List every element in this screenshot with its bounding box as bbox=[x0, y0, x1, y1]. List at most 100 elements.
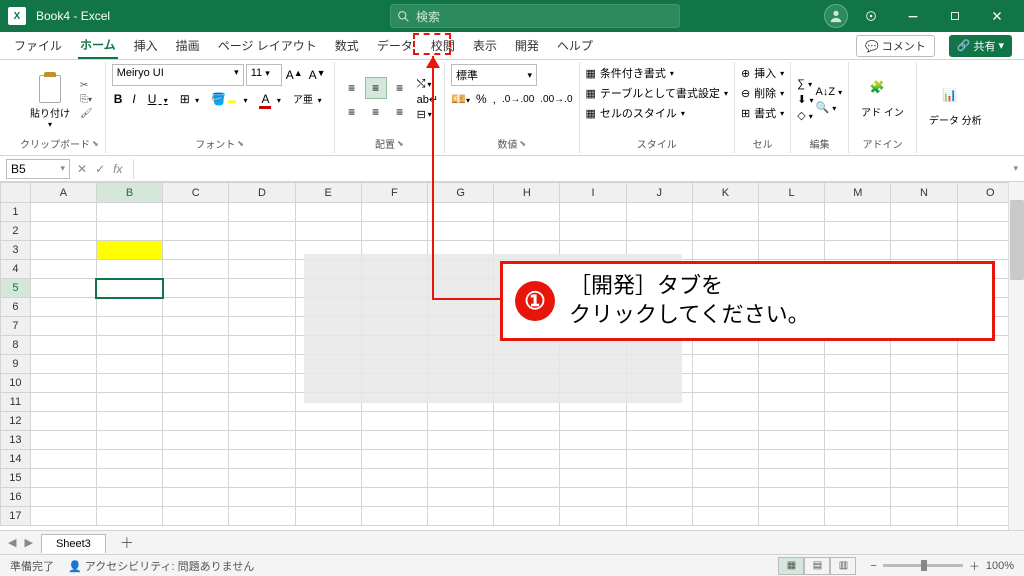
zoom-out-button[interactable]: − bbox=[870, 560, 876, 572]
row-header-14[interactable]: 14 bbox=[1, 450, 31, 469]
number-dialog-icon[interactable]: ⬊ bbox=[519, 139, 526, 148]
cell-M1[interactable] bbox=[825, 203, 891, 222]
phonetic-button[interactable]: ア亜 ▾ bbox=[291, 91, 326, 106]
cell-C15[interactable] bbox=[163, 469, 229, 488]
cell-L14[interactable] bbox=[759, 450, 825, 469]
align-left-button[interactable]: ≡ bbox=[341, 101, 363, 123]
col-header-M[interactable]: M bbox=[825, 183, 891, 203]
cell-C10[interactable] bbox=[163, 374, 229, 393]
cell-C12[interactable] bbox=[163, 412, 229, 431]
cell-D11[interactable] bbox=[229, 393, 295, 412]
cell-F13[interactable] bbox=[361, 431, 427, 450]
cell-M16[interactable] bbox=[825, 488, 891, 507]
tab-help[interactable]: ヘルプ bbox=[555, 33, 595, 58]
number-format-select[interactable]: 標準▾ bbox=[451, 64, 537, 86]
row-header-6[interactable]: 6 bbox=[1, 298, 31, 317]
cell-E12[interactable] bbox=[295, 412, 361, 431]
tab-home[interactable]: ホーム bbox=[78, 32, 118, 59]
cell-B15[interactable] bbox=[96, 469, 162, 488]
cell-G12[interactable] bbox=[428, 412, 494, 431]
cell-D9[interactable] bbox=[229, 355, 295, 374]
cell-C5[interactable] bbox=[163, 279, 229, 298]
cell-C3[interactable] bbox=[163, 241, 229, 260]
status-accessibility[interactable]: 👤 アクセシビリティ: 問題ありません bbox=[68, 558, 254, 574]
cell-A6[interactable] bbox=[30, 298, 96, 317]
cell-K1[interactable] bbox=[692, 203, 758, 222]
increase-font-button[interactable]: A▲ bbox=[284, 68, 305, 82]
font-color-button[interactable]: A ▾ bbox=[257, 92, 284, 106]
col-header-E[interactable]: E bbox=[295, 183, 361, 203]
align-right-button[interactable]: ≡ bbox=[389, 101, 411, 123]
col-header-K[interactable]: K bbox=[692, 183, 758, 203]
cell-C1[interactable] bbox=[163, 203, 229, 222]
paste-button[interactable]: 貼り付け ▾ bbox=[26, 69, 74, 131]
cell-M10[interactable] bbox=[825, 374, 891, 393]
cell-N2[interactable] bbox=[891, 222, 957, 241]
row-header-9[interactable]: 9 bbox=[1, 355, 31, 374]
row-header-11[interactable]: 11 bbox=[1, 393, 31, 412]
cell-E13[interactable] bbox=[295, 431, 361, 450]
cell-H1[interactable] bbox=[494, 203, 560, 222]
cell-G16[interactable] bbox=[428, 488, 494, 507]
align-dialog-icon[interactable]: ⬊ bbox=[397, 139, 404, 148]
vertical-scrollbar[interactable] bbox=[1008, 182, 1024, 530]
delete-cells-button[interactable]: ⊖ 削除 ▾ bbox=[741, 85, 784, 101]
cell-B4[interactable] bbox=[96, 260, 162, 279]
cell-K14[interactable] bbox=[692, 450, 758, 469]
cell-F15[interactable] bbox=[361, 469, 427, 488]
cell-K9[interactable] bbox=[692, 355, 758, 374]
cell-J17[interactable] bbox=[626, 507, 692, 526]
cell-B13[interactable] bbox=[96, 431, 162, 450]
cell-L13[interactable] bbox=[759, 431, 825, 450]
cell-F12[interactable] bbox=[361, 412, 427, 431]
row-header-7[interactable]: 7 bbox=[1, 317, 31, 336]
cell-C4[interactable] bbox=[163, 260, 229, 279]
cell-K17[interactable] bbox=[692, 507, 758, 526]
cell-D8[interactable] bbox=[229, 336, 295, 355]
cell-M9[interactable] bbox=[825, 355, 891, 374]
border-button[interactable]: ⊞ ▾ bbox=[178, 92, 203, 106]
cell-J13[interactable] bbox=[626, 431, 692, 450]
cell-J16[interactable] bbox=[626, 488, 692, 507]
cell-A15[interactable] bbox=[30, 469, 96, 488]
copy-button[interactable]: ⎘ ▾ bbox=[80, 94, 93, 105]
cell-G17[interactable] bbox=[428, 507, 494, 526]
underline-button[interactable]: U ▾ bbox=[144, 92, 172, 106]
orientation-button[interactable]: ⤭ ▾ bbox=[417, 78, 438, 91]
col-header-J[interactable]: J bbox=[626, 183, 692, 203]
cell-E15[interactable] bbox=[295, 469, 361, 488]
cell-A16[interactable] bbox=[30, 488, 96, 507]
cell-I13[interactable] bbox=[560, 431, 626, 450]
cell-I17[interactable] bbox=[560, 507, 626, 526]
col-header-A[interactable]: A bbox=[30, 183, 96, 203]
row-header-17[interactable]: 17 bbox=[1, 507, 31, 526]
cell-K10[interactable] bbox=[692, 374, 758, 393]
cell-B6[interactable] bbox=[96, 298, 162, 317]
cell-K13[interactable] bbox=[692, 431, 758, 450]
cell-A11[interactable] bbox=[30, 393, 96, 412]
cell-A5[interactable] bbox=[30, 279, 96, 298]
cell-D15[interactable] bbox=[229, 469, 295, 488]
cell-D16[interactable] bbox=[229, 488, 295, 507]
cell-I15[interactable] bbox=[560, 469, 626, 488]
enter-formula-button[interactable]: ✓ bbox=[92, 162, 108, 176]
col-header-D[interactable]: D bbox=[229, 183, 295, 203]
cell-B7[interactable] bbox=[96, 317, 162, 336]
cell-H16[interactable] bbox=[494, 488, 560, 507]
cell-I14[interactable] bbox=[560, 450, 626, 469]
cell-D17[interactable] bbox=[229, 507, 295, 526]
cell-N14[interactable] bbox=[891, 450, 957, 469]
row-header-8[interactable]: 8 bbox=[1, 336, 31, 355]
maximize-button[interactable] bbox=[936, 0, 974, 32]
cut-button[interactable]: ✂ bbox=[80, 80, 93, 91]
cell-L2[interactable] bbox=[759, 222, 825, 241]
cell-D3[interactable] bbox=[229, 241, 295, 260]
cell-A3[interactable] bbox=[30, 241, 96, 260]
cell-A2[interactable] bbox=[30, 222, 96, 241]
cell-G14[interactable] bbox=[428, 450, 494, 469]
format-cells-button[interactable]: ⊞ 書式 ▾ bbox=[741, 105, 784, 121]
tab-data[interactable]: データ bbox=[375, 33, 415, 58]
cell-A14[interactable] bbox=[30, 450, 96, 469]
cell-L16[interactable] bbox=[759, 488, 825, 507]
align-bottom-button[interactable]: ≡ bbox=[389, 77, 411, 99]
